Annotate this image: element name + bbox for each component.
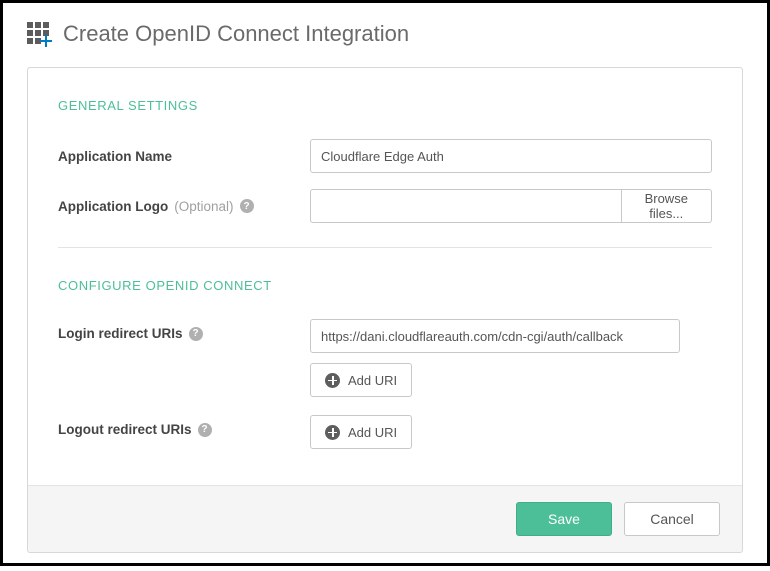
- row-application-logo: Application Logo (Optional) ? Browse fil…: [58, 189, 712, 223]
- label-login-redirect: Login redirect URIs ?: [58, 319, 310, 341]
- panel-footer: Save Cancel: [28, 486, 742, 552]
- application-name-input[interactable]: [310, 139, 712, 173]
- save-button[interactable]: Save: [516, 502, 612, 536]
- form-panel: GENERAL SETTINGS Application Name Applic…: [27, 67, 743, 553]
- section-general-title: GENERAL SETTINGS: [58, 98, 712, 113]
- browse-files-button[interactable]: Browse files...: [621, 189, 712, 223]
- label-application-logo: Application Logo (Optional) ?: [58, 199, 310, 214]
- label-logout-redirect: Logout redirect URIs ?: [58, 415, 310, 437]
- plus-circle-icon: [325, 373, 340, 388]
- plus-circle-icon: [325, 425, 340, 440]
- add-logout-uri-button[interactable]: Add URI: [310, 415, 412, 449]
- login-redirect-uri-input[interactable]: [310, 319, 680, 353]
- row-logout-redirect: Logout redirect URIs ? Add URI: [58, 415, 712, 449]
- page-title: Create OpenID Connect Integration: [63, 21, 409, 47]
- application-logo-input[interactable]: [310, 189, 621, 223]
- help-icon[interactable]: ?: [198, 423, 212, 437]
- cancel-button[interactable]: Cancel: [624, 502, 720, 536]
- help-icon[interactable]: ?: [240, 199, 254, 213]
- label-application-name: Application Name: [58, 149, 310, 164]
- row-login-redirect: Login redirect URIs ? Add URI: [58, 319, 712, 397]
- help-icon[interactable]: ?: [189, 327, 203, 341]
- divider: [58, 247, 712, 248]
- add-login-uri-button[interactable]: Add URI: [310, 363, 412, 397]
- page-header: Create OpenID Connect Integration: [27, 21, 743, 47]
- apps-add-icon: [27, 22, 51, 46]
- section-openid-title: CONFIGURE OPENID CONNECT: [58, 278, 712, 293]
- row-application-name: Application Name: [58, 139, 712, 173]
